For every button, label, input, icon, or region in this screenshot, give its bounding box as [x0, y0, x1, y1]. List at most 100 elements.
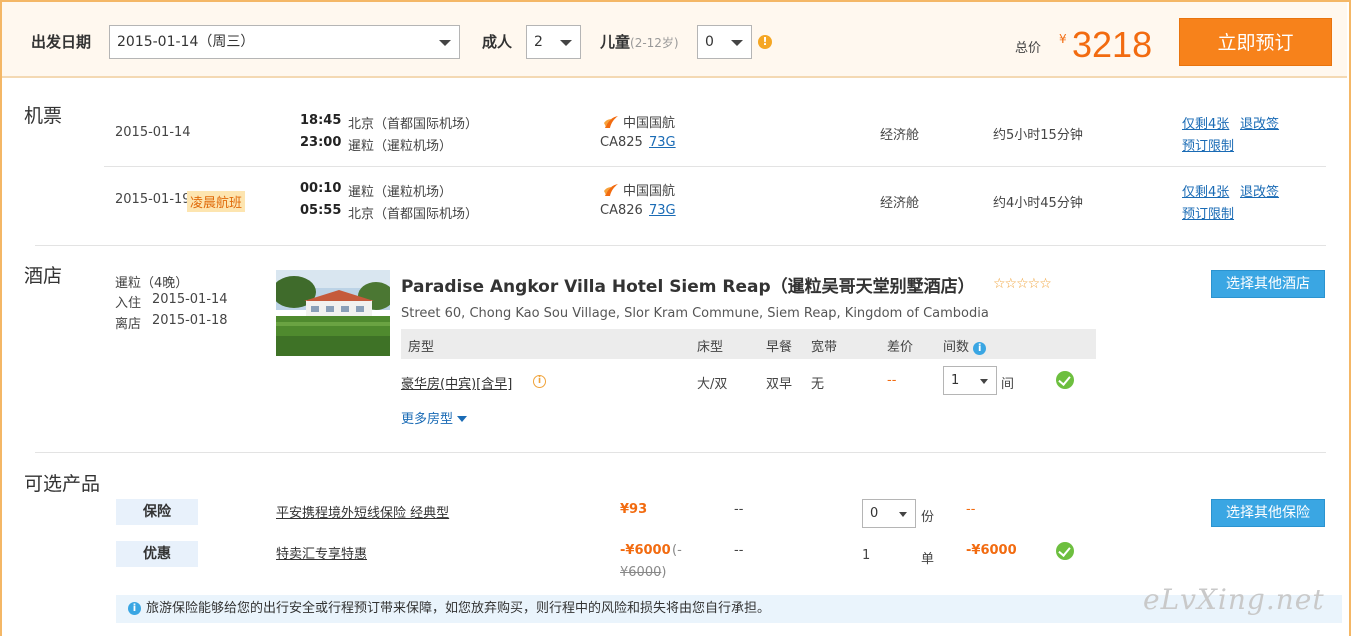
chevron-down-icon	[899, 512, 907, 517]
room-count-unit: 间	[1001, 377, 1015, 392]
info-circle-icon[interactable]: i	[533, 375, 546, 388]
hotel-address: Street 60, Chong Kao Sou Village, Slor K…	[401, 306, 989, 321]
departure-airport: 北京（首都国际机场）	[348, 117, 479, 132]
hotel-photo[interactable]	[276, 270, 390, 356]
flight-date: 2015-01-14	[115, 125, 191, 140]
arrival-time: 05:55	[300, 203, 342, 218]
departure-airport: 暹粒（暹粒机场）	[348, 185, 453, 200]
header-bed-type: 床型	[697, 340, 724, 355]
total-price-value: 3218	[1072, 24, 1153, 65]
change-policy-link[interactable]: 退改签	[1240, 113, 1279, 132]
warning-icon[interactable]: !	[758, 35, 772, 49]
divider	[104, 166, 1326, 167]
adult-count-select[interactable]: 2	[526, 25, 581, 59]
departure-time: 00:10	[300, 181, 342, 196]
promo-price: -¥6000	[620, 543, 671, 558]
hotel-name[interactable]: Paradise Angkor Villa Hotel Siem Reap（暹粒…	[401, 272, 975, 297]
header-broadband: 宽带	[811, 340, 838, 355]
promo-price-close: )	[661, 565, 667, 580]
hotel-photo-image	[276, 270, 390, 356]
child-count-select[interactable]: 0	[697, 25, 752, 59]
more-room-types-link[interactable]: 更多房型	[401, 408, 468, 427]
check-circle-icon	[1056, 371, 1074, 389]
aircraft-type-link[interactable]: 73G	[649, 203, 676, 218]
divider	[35, 245, 1326, 246]
air-china-logo-icon	[604, 116, 618, 128]
depart-date-select[interactable]: 2015-01-14（周三）	[109, 25, 460, 59]
bed-type: 大/双	[697, 377, 728, 392]
promo-qty: 1	[862, 548, 871, 563]
arrival-airport: 暹粒（暹粒机场）	[348, 139, 453, 154]
chevron-down-icon	[731, 40, 743, 46]
insurance-subtotal: --	[966, 502, 976, 517]
optional-products-section-title: 可选产品	[24, 473, 101, 495]
arrival-airport: 北京（首都国际机场）	[348, 207, 479, 222]
flight-date: 2015-01-19	[115, 192, 191, 207]
aircraft-type-link[interactable]: 73G	[649, 135, 676, 150]
room-type-link[interactable]: 豪华房(中宾)[含早]	[401, 373, 512, 392]
info-icon[interactable]: i	[973, 342, 987, 355]
change-policy-link[interactable]: 退改签	[1240, 181, 1279, 200]
insurance-notice-text: 旅游保险能够给您的出行安全或行程预订带来保障，如您放弃购买，则行程中的风险和损失…	[146, 601, 771, 616]
watermark-logo: eLvXing.net	[1143, 583, 1325, 616]
promo-subtotal: -¥6000	[966, 543, 1017, 558]
room-count-select[interactable]: 1	[943, 366, 997, 395]
insurance-qty-select[interactable]: 0	[862, 499, 916, 528]
breakfast: 双早	[766, 377, 793, 392]
room-table-header	[401, 329, 1096, 359]
insurance-price: ¥93	[620, 502, 648, 517]
flight-number: CA826	[600, 203, 643, 218]
checkin-label: 入住	[115, 296, 142, 311]
check-circle-icon	[1056, 542, 1074, 560]
chevron-down-icon	[980, 379, 988, 384]
booking-summary-bar: 出发日期 2015-01-14（周三） 成人 2 儿童(2-12岁) 0 ! 总…	[2, 2, 1347, 78]
depart-date-value: 2015-01-14（周三）	[117, 34, 255, 50]
caret-down-icon	[457, 416, 468, 422]
arrival-time: 23:00	[300, 135, 342, 150]
child-age-note: (2-12岁)	[630, 36, 679, 50]
divider	[35, 452, 1326, 453]
child-label-text: 儿童	[600, 33, 631, 51]
flight-number: CA825	[600, 135, 643, 150]
insurance-tag: 保险	[116, 499, 198, 525]
choose-other-insurance-button[interactable]: 选择其他保险	[1211, 499, 1325, 527]
room-count-value: 1	[951, 373, 960, 388]
header-price-diff: 差价	[887, 340, 914, 355]
broadband: 无	[811, 377, 825, 392]
departure-time: 18:45	[300, 113, 342, 128]
airline: 中国国航	[603, 180, 675, 199]
depart-date-label: 出发日期	[31, 33, 92, 51]
price-diff: --	[887, 373, 897, 388]
insurance-product-link[interactable]: 平安携程境外短线保险 经典型	[276, 502, 449, 521]
currency-symbol: ¥	[1059, 32, 1067, 46]
choose-other-hotel-button[interactable]: 选择其他酒店	[1211, 270, 1325, 298]
cabin-class: 经济舱	[880, 196, 920, 211]
seats-left-link[interactable]: 仅剩4张	[1182, 181, 1229, 200]
hotel-city-nights: 暹粒（4晚）	[115, 276, 189, 291]
book-now-button[interactable]: 立即预订	[1179, 18, 1332, 66]
header-room-type: 房型	[408, 340, 435, 355]
child-count-value: 0	[705, 34, 714, 50]
promo-product-link[interactable]: 特卖汇专享特惠	[276, 543, 367, 562]
insurance-unit: 份	[921, 510, 935, 525]
child-label: 儿童(2-12岁)	[600, 31, 679, 52]
checkin-date: 2015-01-14	[152, 292, 228, 307]
promo-unit: 单	[921, 552, 935, 567]
promo-original-price-value: ¥6000	[620, 565, 662, 580]
adult-count-value: 2	[534, 34, 543, 50]
airline-name: 中国国航	[623, 184, 676, 199]
checkout-date: 2015-01-18	[152, 313, 228, 328]
promo-price-open: (-	[672, 543, 682, 558]
header-room-count: 间数 i	[943, 336, 987, 355]
booking-limit-link[interactable]: 预订限制	[1182, 203, 1234, 222]
flight-duration: 约5小时15分钟	[993, 128, 1083, 143]
header-breakfast: 早餐	[766, 340, 793, 355]
airline: 中国国航	[603, 112, 675, 131]
seats-left-link[interactable]: 仅剩4张	[1182, 113, 1229, 132]
header-room-count-text: 间数	[943, 340, 970, 355]
star-rating-icon: ☆☆☆☆☆	[993, 276, 1052, 292]
promo-tag: 优惠	[116, 541, 198, 567]
insurance-dash: --	[734, 502, 744, 517]
flights-section-title: 机票	[24, 105, 63, 127]
booking-limit-link[interactable]: 预订限制	[1182, 135, 1234, 154]
